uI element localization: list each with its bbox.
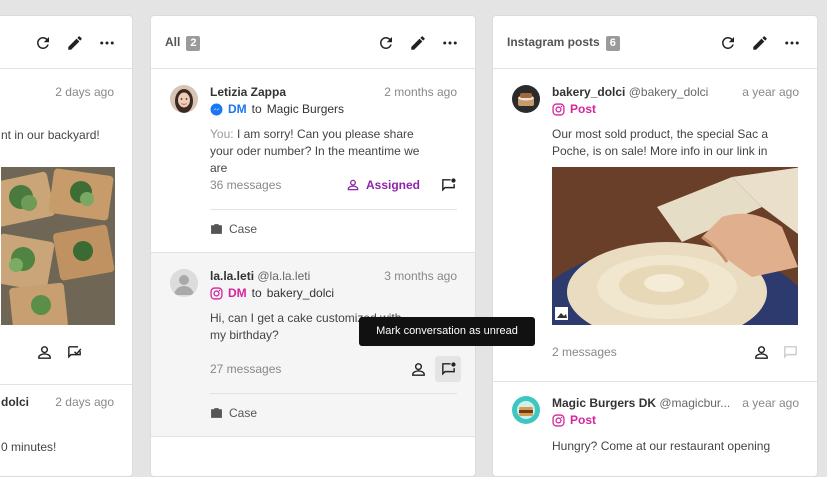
left-card-2[interactable]: dolci 2 days ago 0 minutes! — [0, 385, 132, 476]
briefcase-icon — [211, 408, 222, 418]
column-title: All 2 — [165, 35, 201, 51]
conversation-time: 3 months ago — [384, 269, 457, 283]
mark-unread-button[interactable] — [777, 339, 803, 365]
conversation-card[interactable]: Letizia Zappa 2 months ago DM to Magic B… — [151, 69, 475, 253]
author-name: dolci — [1, 395, 30, 409]
post-image[interactable] — [552, 167, 798, 325]
post-text: Our most sold product, the special Sac a… — [552, 127, 769, 158]
to-label: to — [251, 102, 262, 116]
avatar — [512, 85, 540, 113]
message-count: 36 messages — [210, 178, 282, 192]
refresh-button[interactable] — [32, 32, 54, 54]
count-badge: 2 — [186, 36, 201, 51]
left-column: 2 days ago nt in our backyard! dolci 2 d… — [0, 15, 133, 477]
mark-unread-button[interactable] — [61, 339, 87, 365]
instagram-icon — [210, 286, 223, 300]
pencil-icon — [68, 36, 82, 50]
pencil-icon — [753, 36, 767, 50]
briefcase-icon — [211, 224, 222, 234]
post-time: 2 days ago — [55, 395, 114, 409]
facebook-messenger-icon — [210, 103, 223, 115]
chat-unread-icon — [441, 177, 456, 191]
column-title: Instagram posts 6 — [507, 35, 620, 51]
conversation-kind: DM — [228, 286, 247, 300]
refresh-icon — [380, 36, 392, 49]
divider — [210, 209, 457, 210]
column-header: All 2 — [151, 16, 475, 69]
message-count: 27 messages — [210, 362, 282, 376]
post-kind: Post — [570, 413, 597, 427]
post-card[interactable]: Magic Burgers DK @magicbur... a year ago… — [493, 382, 817, 476]
edit-button[interactable] — [749, 32, 771, 54]
edit-button[interactable] — [64, 32, 86, 54]
left-card-1[interactable]: 2 days ago nt in our backyard! — [0, 69, 132, 385]
author-name: bakery_dolci @bakery_dolci — [552, 85, 709, 99]
post-text: nt in our backyard! — [1, 128, 100, 142]
post-time: 2 days ago — [55, 85, 114, 99]
avatar — [170, 85, 198, 113]
chat-unread-icon — [441, 361, 456, 375]
person-icon — [411, 362, 425, 376]
post-type: Post — [552, 413, 596, 427]
contact-name: Letizia Zappa — [210, 85, 287, 99]
channel-name: bakery_dolci — [266, 286, 335, 300]
tooltip: Mark conversation as unread — [359, 317, 535, 346]
refresh-icon — [722, 36, 734, 49]
assign-button[interactable] — [748, 339, 774, 365]
refresh-button[interactable] — [375, 32, 397, 54]
assign-button[interactable] — [405, 356, 431, 382]
case-label[interactable]: Case — [210, 406, 257, 420]
more-button[interactable] — [439, 32, 461, 54]
post-time: a year ago — [742, 396, 799, 410]
all-conversations-column: All 2 Letizia Zappa 2 months ago DM to M… — [150, 15, 476, 477]
column-header: Instagram posts 6 — [493, 16, 817, 69]
case-label[interactable]: Case — [210, 222, 257, 236]
assign-button[interactable] — [31, 339, 57, 365]
instagram-icon — [552, 413, 565, 427]
conversation-type: DM to bakery_dolci — [210, 286, 334, 300]
channel-name: Magic Burgers — [266, 102, 345, 116]
more-horizontal-icon — [785, 41, 799, 45]
edit-button[interactable] — [407, 32, 429, 54]
pencil-icon — [411, 36, 425, 50]
more-horizontal-icon — [443, 41, 457, 45]
post-image[interactable] — [1, 167, 115, 325]
post-text: Hungry? Come at our restaurant opening — [552, 439, 771, 453]
to-label: to — [251, 286, 262, 300]
person-icon — [37, 345, 51, 359]
author-name: Magic Burgers DK @magicbur... — [552, 396, 731, 410]
conversation-time: 2 months ago — [384, 85, 457, 99]
post-card[interactable]: bakery_dolci @bakery_dolci a year ago Po… — [493, 69, 817, 382]
avatar — [512, 396, 540, 424]
message-preview: You: I am sorry! Can you please share yo… — [210, 127, 420, 175]
message-count: 2 messages — [552, 345, 617, 359]
chat-icon — [783, 345, 797, 358]
more-horizontal-icon — [100, 41, 114, 45]
post-time: a year ago — [742, 85, 799, 99]
conversation-kind: DM — [228, 102, 247, 116]
refresh-button[interactable] — [717, 32, 739, 54]
assigned-status[interactable]: Assigned — [346, 178, 420, 192]
chat-icon — [67, 345, 81, 358]
instagram-posts-column: Instagram posts 6 bakery_dolci @bakery_do… — [492, 15, 818, 477]
mark-unread-button[interactable] — [435, 172, 461, 198]
instagram-icon — [552, 102, 565, 116]
person-icon — [754, 345, 768, 359]
mark-unread-button[interactable] — [435, 356, 461, 382]
more-button[interactable] — [96, 32, 118, 54]
divider — [210, 393, 457, 394]
count-badge: 6 — [605, 36, 620, 51]
person-icon — [347, 179, 359, 191]
left-column-header — [0, 16, 132, 69]
refresh-icon — [37, 36, 49, 49]
post-kind: Post — [570, 102, 597, 116]
post-text: 0 minutes! — [1, 440, 57, 454]
avatar — [170, 269, 198, 297]
more-button[interactable] — [781, 32, 803, 54]
conversation-type: DM to Magic Burgers — [210, 102, 344, 116]
contact-name: la.la.leti @la.la.leti — [210, 269, 311, 283]
post-type: Post — [552, 102, 596, 116]
